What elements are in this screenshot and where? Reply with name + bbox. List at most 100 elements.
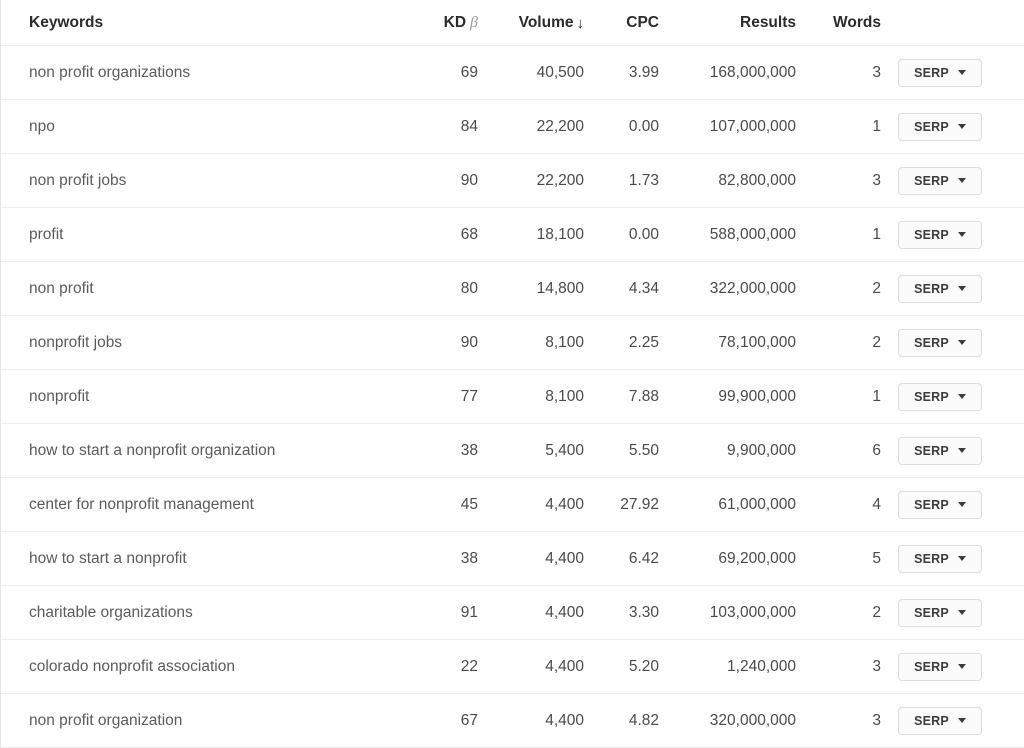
table-row[interactable]: profit6818,1000.00588,000,0001SERP: [1, 208, 1024, 262]
words-cell: 2: [796, 334, 881, 352]
volume-cell: 4,400: [478, 550, 584, 568]
keyword-cell[interactable]: colorado nonprofit association: [29, 658, 425, 676]
serp-dropdown-button[interactable]: SERP: [898, 275, 982, 303]
cpc-cell: 4.34: [584, 280, 659, 298]
serp-dropdown-button[interactable]: SERP: [898, 491, 982, 519]
serp-button-label: SERP: [914, 336, 949, 350]
results-cell: 99,900,000: [659, 388, 796, 406]
keyword-cell[interactable]: how to start a nonprofit organization: [29, 442, 425, 460]
volume-cell: 5,400: [478, 442, 584, 460]
volume-cell: 8,100: [478, 334, 584, 352]
words-cell: 2: [796, 280, 881, 298]
serp-cell: SERP: [881, 275, 1024, 303]
table-row[interactable]: how to start a nonprofit organization385…: [1, 424, 1024, 478]
serp-cell: SERP: [881, 437, 1024, 465]
volume-cell: 22,200: [478, 118, 584, 136]
words-cell: 1: [796, 118, 881, 136]
results-cell: 9,900,000: [659, 442, 796, 460]
serp-dropdown-button[interactable]: SERP: [898, 113, 982, 141]
keyword-cell[interactable]: center for nonprofit management: [29, 496, 425, 514]
column-header-kd-label: KD: [444, 14, 466, 32]
serp-cell: SERP: [881, 707, 1024, 735]
keyword-cell[interactable]: profit: [29, 226, 425, 244]
serp-cell: SERP: [881, 383, 1024, 411]
cpc-cell: 0.00: [584, 226, 659, 244]
table-body: non profit organizations6940,5003.99168,…: [1, 46, 1024, 748]
table-row[interactable]: non profit organizations6940,5003.99168,…: [1, 46, 1024, 100]
column-header-keywords[interactable]: Keywords: [29, 14, 425, 32]
cpc-cell: 5.50: [584, 442, 659, 460]
results-cell: 107,000,000: [659, 118, 796, 136]
table-row[interactable]: non profit jobs9022,2001.7382,800,0003SE…: [1, 154, 1024, 208]
results-cell: 78,100,000: [659, 334, 796, 352]
keyword-cell[interactable]: nonprofit jobs: [29, 334, 425, 352]
serp-dropdown-button[interactable]: SERP: [898, 167, 982, 195]
table-row[interactable]: nonprofit778,1007.8899,900,0001SERP: [1, 370, 1024, 424]
serp-dropdown-button[interactable]: SERP: [898, 653, 982, 681]
table-row[interactable]: npo8422,2000.00107,000,0001SERP: [1, 100, 1024, 154]
table-row[interactable]: nonprofit jobs908,1002.2578,100,0002SERP: [1, 316, 1024, 370]
serp-dropdown-button[interactable]: SERP: [898, 437, 982, 465]
results-cell: 168,000,000: [659, 64, 796, 82]
results-cell: 61,000,000: [659, 496, 796, 514]
cpc-cell: 2.25: [584, 334, 659, 352]
kd-cell: 67: [425, 712, 478, 730]
words-cell: 1: [796, 388, 881, 406]
keyword-cell[interactable]: how to start a nonprofit: [29, 550, 425, 568]
words-cell: 3: [796, 172, 881, 190]
serp-dropdown-button[interactable]: SERP: [898, 221, 982, 249]
column-header-results[interactable]: Results: [659, 14, 796, 32]
column-header-volume[interactable]: Volume ↓: [478, 14, 584, 32]
kd-cell: 91: [425, 604, 478, 622]
table-row[interactable]: how to start a nonprofit384,4006.4269,20…: [1, 532, 1024, 586]
column-header-kd[interactable]: KD β: [425, 14, 478, 32]
chevron-down-icon: [958, 502, 966, 507]
serp-dropdown-button[interactable]: SERP: [898, 59, 982, 87]
cpc-cell: 3.30: [584, 604, 659, 622]
keyword-cell[interactable]: non profit: [29, 280, 425, 298]
cpc-cell: 27.92: [584, 496, 659, 514]
serp-dropdown-button[interactable]: SERP: [898, 545, 982, 573]
keyword-cell[interactable]: nonprofit: [29, 388, 425, 406]
words-cell: 3: [796, 658, 881, 676]
serp-button-label: SERP: [914, 606, 949, 620]
serp-dropdown-button[interactable]: SERP: [898, 599, 982, 627]
serp-cell: SERP: [881, 59, 1024, 87]
volume-cell: 8,100: [478, 388, 584, 406]
keyword-cell[interactable]: charitable organizations: [29, 604, 425, 622]
words-cell: 1: [796, 226, 881, 244]
beta-badge-icon: β: [470, 14, 478, 32]
chevron-down-icon: [958, 178, 966, 183]
keyword-cell[interactable]: non profit jobs: [29, 172, 425, 190]
chevron-down-icon: [958, 286, 966, 291]
table-row[interactable]: colorado nonprofit association224,4005.2…: [1, 640, 1024, 694]
volume-cell: 4,400: [478, 604, 584, 622]
results-cell: 320,000,000: [659, 712, 796, 730]
chevron-down-icon: [958, 340, 966, 345]
words-cell: 3: [796, 64, 881, 82]
chevron-down-icon: [958, 556, 966, 561]
serp-cell: SERP: [881, 167, 1024, 195]
cpc-cell: 1.73: [584, 172, 659, 190]
table-row[interactable]: non profit organization674,4004.82320,00…: [1, 694, 1024, 748]
serp-button-label: SERP: [914, 660, 949, 674]
serp-dropdown-button[interactable]: SERP: [898, 707, 982, 735]
column-header-words[interactable]: Words: [796, 14, 881, 32]
table-row[interactable]: charitable organizations914,4003.30103,0…: [1, 586, 1024, 640]
table-row[interactable]: center for nonprofit management454,40027…: [1, 478, 1024, 532]
serp-dropdown-button[interactable]: SERP: [898, 383, 982, 411]
column-header-cpc[interactable]: CPC: [584, 14, 659, 32]
cpc-cell: 7.88: [584, 388, 659, 406]
keyword-cell[interactable]: npo: [29, 118, 425, 136]
keyword-cell[interactable]: non profit organization: [29, 712, 425, 730]
serp-button-label: SERP: [914, 444, 949, 458]
kd-cell: 90: [425, 172, 478, 190]
serp-dropdown-button[interactable]: SERP: [898, 329, 982, 357]
words-cell: 6: [796, 442, 881, 460]
table-row[interactable]: non profit8014,8004.34322,000,0002SERP: [1, 262, 1024, 316]
kd-cell: 69: [425, 64, 478, 82]
cpc-cell: 0.00: [584, 118, 659, 136]
volume-cell: 40,500: [478, 64, 584, 82]
keyword-cell[interactable]: non profit organizations: [29, 64, 425, 82]
keyword-results-table: Keywords KD β Volume ↓ CPC Results Words…: [0, 0, 1024, 748]
